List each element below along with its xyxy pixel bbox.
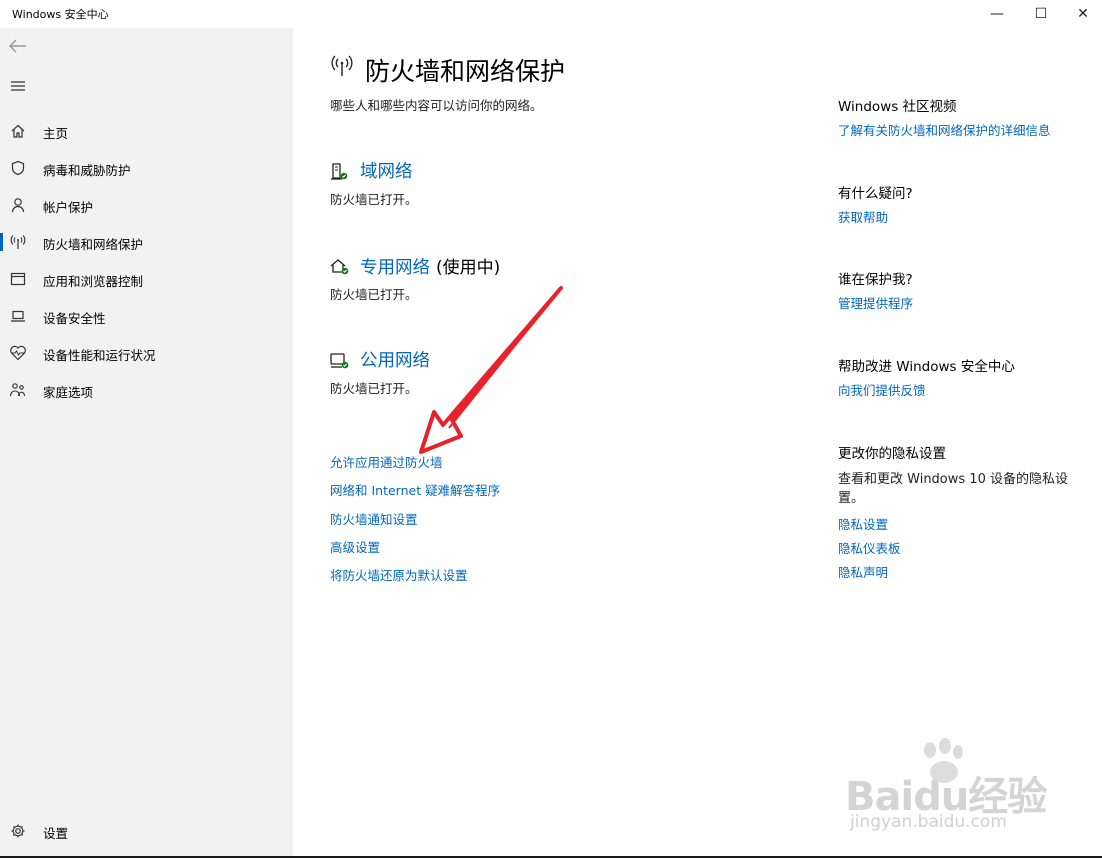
sidebar-item-firewall[interactable]: 防火墙和网络保护 (0, 225, 293, 259)
sidebar-item-label: 设置 (43, 826, 69, 841)
get-help-link[interactable]: 获取帮助 (838, 207, 888, 226)
watermark-url: jingyan.baidu.com (850, 812, 1007, 832)
domain-network-status: 防火墙已打开。 (330, 192, 418, 207)
sidebar-item-label: 帐户保护 (43, 200, 94, 215)
public-network-status: 防火墙已打开。 (330, 381, 418, 396)
sidebar-item-family-options[interactable]: 家庭选项 (0, 373, 293, 407)
sidebar-item-label: 防火墙和网络保护 (43, 237, 144, 252)
privacy-statement-link[interactable]: 隐私声明 (838, 562, 888, 581)
main-content: 防火墙和网络保护 哪些人和哪些内容可以访问你的网络。 域网络 防火墙已打开。 专… (293, 28, 1102, 856)
private-network-icon (330, 257, 350, 277)
community-videos-heading: Windows 社区视频 (838, 99, 957, 115)
sidebar-item-home[interactable]: 主页 (0, 114, 293, 148)
privacy-description: 查看和更改 Windows 10 设备的隐私设置。 (838, 472, 1068, 506)
sidebar-item-label: 设备性能和运行状况 (43, 348, 156, 363)
network-troubleshooter-link[interactable]: 网络和 Internet 疑难解答程序 (330, 480, 500, 499)
give-feedback-link[interactable]: 向我们提供反馈 (838, 380, 926, 399)
close-button[interactable]: ✕ (1060, 0, 1102, 28)
window-title: Windows 安全中心 (12, 8, 109, 21)
back-arrow-icon[interactable] (6, 36, 30, 56)
sidebar-item-device-security[interactable]: 设备安全性 (0, 299, 293, 333)
gear-icon (8, 821, 28, 841)
sidebar-item-label: 应用和浏览器控制 (43, 274, 144, 289)
home-icon (8, 121, 28, 141)
shield-icon (8, 158, 28, 178)
sidebar-item-virus-protection[interactable]: 病毒和威胁防护 (0, 151, 293, 185)
minimize-button[interactable]: — (974, 0, 1020, 28)
private-network-link[interactable]: 专用网络 (使用中) (360, 253, 500, 279)
sidebar-item-label: 设备安全性 (43, 311, 106, 326)
sidebar: 主页 病毒和威胁防护 帐户保护 防火墙和网络保护 应用和浏览器控制 设备安全性 … (0, 28, 293, 856)
advanced-settings-link[interactable]: 高级设置 (330, 537, 380, 556)
heart-pulse-icon (8, 343, 28, 363)
maximize-button[interactable]: ☐ (1018, 0, 1064, 28)
maximize-icon: ☐ (1034, 6, 1048, 22)
sidebar-item-label: 病毒和威胁防护 (43, 163, 131, 178)
sidebar-item-app-browser-control[interactable]: 应用和浏览器控制 (0, 262, 293, 296)
person-icon (8, 195, 28, 215)
allow-app-through-firewall-link[interactable]: 允许应用通过防火墙 (330, 452, 443, 471)
public-network-link[interactable]: 公用网络 (360, 347, 430, 372)
close-icon: ✕ (1077, 6, 1089, 22)
sidebar-item-settings[interactable]: 设置 (0, 814, 293, 848)
learn-more-link[interactable]: 了解有关防火墙和网络保护的详细信息 (838, 120, 1051, 139)
who-protects-heading: 谁在保护我? (838, 272, 913, 288)
page-title: 防火墙和网络保护 (365, 57, 566, 86)
baidu-watermark: Baidu经验 jingyan.baidu.com (845, 738, 1090, 838)
sidebar-item-account-protection[interactable]: 帐户保护 (0, 188, 293, 222)
domain-network-icon (330, 162, 350, 182)
privacy-settings-link[interactable]: 隐私设置 (838, 514, 888, 533)
help-improve-heading: 帮助改进 Windows 安全中心 (838, 359, 1015, 375)
active-indicator (0, 233, 3, 251)
firewall-notification-settings-link[interactable]: 防火墙通知设置 (330, 509, 418, 528)
domain-network-link[interactable]: 域网络 (360, 158, 413, 183)
minimize-icon: — (990, 6, 1004, 22)
privacy-dashboard-link[interactable]: 隐私仪表板 (838, 538, 901, 557)
in-use-label: (使用中) (436, 258, 501, 278)
questions-heading: 有什么疑问? (838, 186, 913, 202)
hamburger-menu-icon[interactable] (6, 76, 30, 96)
wifi-antenna-icon (8, 232, 28, 252)
page-description: 哪些人和哪些内容可以访问你的网络。 (330, 98, 543, 113)
app-window-icon (8, 269, 28, 289)
sidebar-item-label: 主页 (43, 126, 69, 141)
sidebar-item-label: 家庭选项 (43, 385, 94, 400)
privacy-heading: 更改你的隐私设置 (838, 446, 946, 462)
sidebar-item-device-performance[interactable]: 设备性能和运行状况 (0, 336, 293, 370)
manage-providers-link[interactable]: 管理提供程序 (838, 293, 913, 312)
title-bar: Windows 安全中心 — ☐ ✕ (0, 0, 1102, 28)
family-icon (8, 380, 28, 400)
private-network-name: 专用网络 (360, 258, 430, 278)
restore-defaults-link[interactable]: 将防火墙还原为默认设置 (330, 565, 468, 584)
public-network-icon (330, 351, 350, 371)
wifi-antenna-icon (330, 54, 354, 82)
private-network-status: 防火墙已打开。 (330, 287, 418, 302)
laptop-icon (8, 306, 28, 326)
